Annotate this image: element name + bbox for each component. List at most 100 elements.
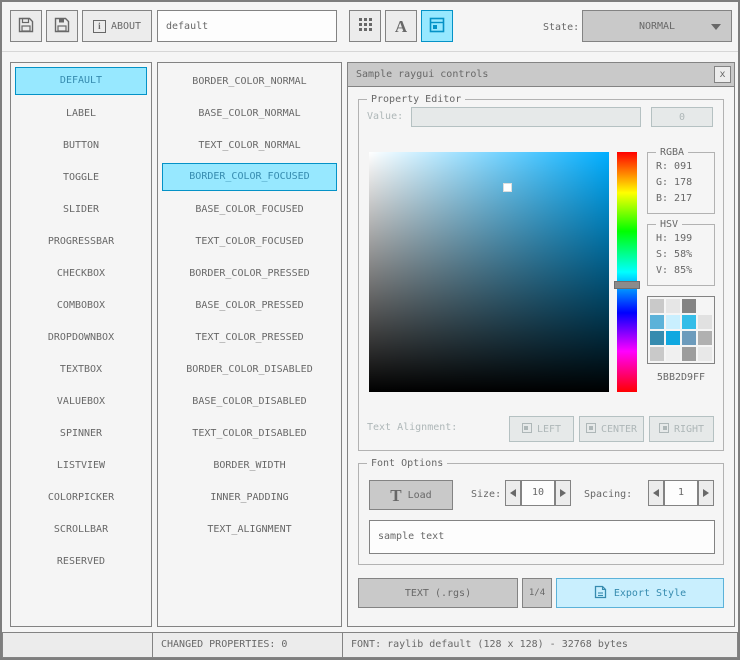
- export-pager-button[interactable]: 1/4: [522, 578, 552, 608]
- controls-list-item[interactable]: DROPDOWNBOX: [15, 323, 147, 351]
- controls-list-item[interactable]: LISTVIEW: [15, 451, 147, 479]
- color-swatch[interactable]: [666, 331, 680, 345]
- controls-list-item[interactable]: SCROLLBAR: [15, 515, 147, 543]
- properties-list-item[interactable]: TEXT_COLOR_PRESSED: [162, 323, 337, 351]
- rgba-b-value: B: 217: [656, 193, 693, 204]
- controls-list-item[interactable]: SPINNER: [15, 419, 147, 447]
- about-button[interactable]: i ABOUT: [82, 10, 152, 42]
- properties-list-item[interactable]: BORDER_COLOR_NORMAL: [162, 67, 337, 95]
- color-swatch[interactable]: [682, 331, 696, 345]
- value-apply-button[interactable]: 0: [651, 107, 713, 127]
- font-load-button[interactable]: T Load: [369, 480, 453, 510]
- controls-list-item[interactable]: PROGRESSBAR: [15, 227, 147, 255]
- controls-list-item[interactable]: VALUEBOX: [15, 387, 147, 415]
- picker-cursor[interactable]: [503, 183, 513, 192]
- properties-list-item[interactable]: BORDER_COLOR_DISABLED: [162, 355, 337, 383]
- color-swatch[interactable]: [650, 315, 664, 329]
- color-picker-area[interactable]: [369, 152, 609, 392]
- size-value[interactable]: 10: [521, 480, 555, 506]
- hsv-box: HSV H: 199 S: 58% V: 85%: [647, 219, 715, 286]
- align-center-label: CENTER: [600, 423, 638, 435]
- color-swatch[interactable]: [650, 347, 664, 361]
- properties-list-item[interactable]: BASE_COLOR_FOCUSED: [162, 195, 337, 223]
- state-dropdown[interactable]: NORMAL: [582, 10, 732, 42]
- arrow-right-icon: [703, 489, 709, 497]
- statusbar-cell-empty: [2, 632, 153, 658]
- align-left-button[interactable]: LEFT: [509, 416, 574, 442]
- color-swatch[interactable]: [650, 299, 664, 313]
- font-button[interactable]: A: [385, 10, 417, 42]
- properties-list-item[interactable]: BASE_COLOR_NORMAL: [162, 99, 337, 127]
- export-format-button[interactable]: TEXT (.rgs): [358, 578, 518, 608]
- new-style-button[interactable]: [10, 10, 42, 42]
- controls-list-item[interactable]: BUTTON: [15, 131, 147, 159]
- style-table-button[interactable]: [421, 10, 453, 42]
- sample-window-titlebar[interactable]: Sample raygui controls x: [348, 63, 734, 87]
- color-swatch[interactable]: [666, 299, 680, 313]
- properties-list-item[interactable]: BASE_COLOR_DISABLED: [162, 387, 337, 415]
- color-swatch[interactable]: [682, 299, 696, 313]
- align-center-button[interactable]: CENTER: [579, 416, 644, 442]
- color-swatch[interactable]: [698, 347, 712, 361]
- color-swatch[interactable]: [698, 299, 712, 313]
- spacing-value[interactable]: 1: [664, 480, 698, 506]
- value-input[interactable]: [411, 107, 641, 127]
- controls-list-item[interactable]: RESERVED: [15, 547, 147, 575]
- export-style-button[interactable]: Export Style: [556, 578, 724, 608]
- arrow-right-icon: [560, 489, 566, 497]
- spacing-label: Spacing:: [584, 489, 633, 500]
- properties-list-item[interactable]: TEXT_COLOR_DISABLED: [162, 419, 337, 447]
- hue-bar[interactable]: [614, 152, 640, 392]
- properties-list-item[interactable]: BORDER_COLOR_PRESSED: [162, 259, 337, 287]
- save-style-button[interactable]: [46, 10, 78, 42]
- hsv-h-value: H: 199: [656, 233, 693, 244]
- size-increment-button[interactable]: [555, 480, 571, 506]
- properties-list-item[interactable]: TEXT_COLOR_FOCUSED: [162, 227, 337, 255]
- controls-list-item[interactable]: COMBOBOX: [15, 291, 147, 319]
- properties-list-item[interactable]: TEXT_COLOR_NORMAL: [162, 131, 337, 159]
- close-icon[interactable]: x: [714, 66, 731, 83]
- style-name-input[interactable]: [157, 10, 337, 42]
- properties-list-item[interactable]: BASE_COLOR_PRESSED: [162, 291, 337, 319]
- statusbar-changed-properties: CHANGED PROPERTIES: 0: [152, 632, 343, 658]
- spacing-increment-button[interactable]: [698, 480, 714, 506]
- color-swatch[interactable]: [698, 315, 712, 329]
- controls-list-item[interactable]: SLIDER: [15, 195, 147, 223]
- hue-slider-handle[interactable]: [614, 280, 640, 289]
- rgba-box-label: RGBA: [656, 147, 689, 158]
- rguistyler-window: i ABOUT A State: NORMAL DEFAULT LABEL BUTT…: [0, 0, 740, 660]
- properties-list-item[interactable]: INNER_PADDING: [162, 483, 337, 511]
- size-decrement-button[interactable]: [505, 480, 521, 506]
- size-label: Size:: [471, 489, 502, 500]
- align-right-icon: [658, 422, 669, 436]
- state-label: State:: [543, 22, 580, 33]
- controls-list-item[interactable]: TOGGLE: [15, 163, 147, 191]
- sample-text-input[interactable]: sample text: [369, 520, 715, 554]
- align-center-icon: [585, 422, 596, 436]
- controls-list-item[interactable]: DEFAULT: [15, 67, 147, 95]
- color-swatch[interactable]: [650, 331, 664, 345]
- properties-list-item[interactable]: TEXT_ALIGNMENT: [162, 515, 337, 543]
- color-swatch[interactable]: [682, 347, 696, 361]
- statusbar-font-info: FONT: raylib default (128 x 128) - 32768…: [342, 632, 738, 658]
- export-file-icon: [594, 585, 607, 602]
- color-swatch[interactable]: [666, 315, 680, 329]
- hsv-v-value: V: 85%: [656, 265, 693, 276]
- spacing-decrement-button[interactable]: [648, 480, 664, 506]
- controls-list-item[interactable]: TEXTBOX: [15, 355, 147, 383]
- font-options-group-label: Font Options: [367, 458, 448, 469]
- align-right-button[interactable]: RIGHT: [649, 416, 714, 442]
- controls-list-item[interactable]: CHECKBOX: [15, 259, 147, 287]
- color-swatch-grid: [647, 296, 715, 364]
- properties-list: BORDER_COLOR_NORMAL BASE_COLOR_NORMAL TEXT…: [157, 62, 342, 627]
- color-swatch[interactable]: [682, 315, 696, 329]
- controls-list-item[interactable]: COLORPICKER: [15, 483, 147, 511]
- color-swatch[interactable]: [666, 347, 680, 361]
- properties-list-item[interactable]: BORDER_COLOR_FOCUSED: [162, 163, 337, 191]
- arrow-left-icon: [653, 489, 659, 497]
- color-swatch[interactable]: [698, 331, 712, 345]
- text-alignment-label: Text Alignment:: [367, 422, 458, 433]
- properties-list-item[interactable]: BORDER_WIDTH: [162, 451, 337, 479]
- grid-view-button[interactable]: [349, 10, 381, 42]
- controls-list-item[interactable]: LABEL: [15, 99, 147, 127]
